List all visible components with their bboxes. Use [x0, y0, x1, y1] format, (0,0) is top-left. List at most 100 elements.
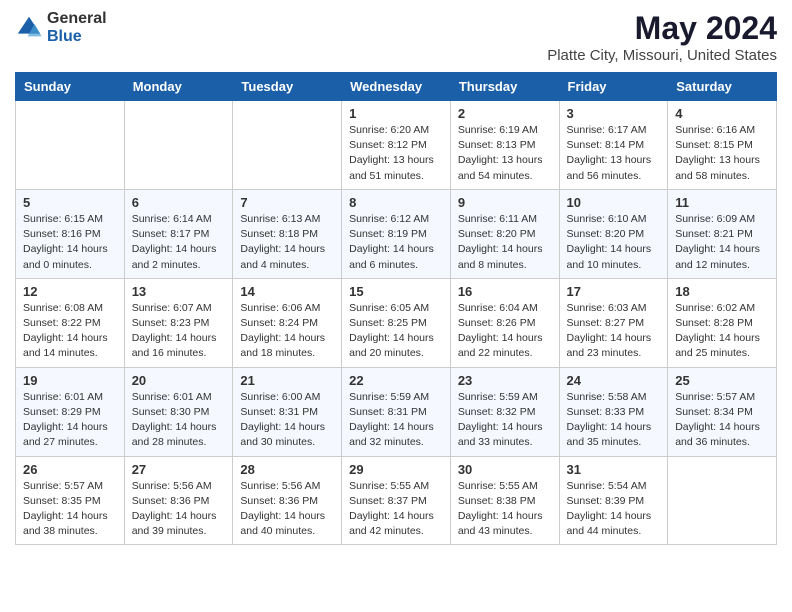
calendar-cell: 8 Sunrise: 6:12 AM Sunset: 8:19 PM Daylig… — [342, 189, 451, 278]
header-cell-wednesday: Wednesday — [342, 73, 451, 101]
day-number: 6 — [132, 195, 226, 210]
day-info: Sunrise: 6:05 AM Sunset: 8:25 PM Dayligh… — [349, 301, 443, 362]
day-info: Sunrise: 6:03 AM Sunset: 8:27 PM Dayligh… — [567, 301, 661, 362]
calendar-cell — [124, 101, 233, 190]
calendar-cell — [233, 101, 342, 190]
day-info: Sunrise: 6:04 AM Sunset: 8:26 PM Dayligh… — [458, 301, 552, 362]
day-number: 13 — [132, 284, 226, 299]
page-header: General Blue May 2024 Platte City, Misso… — [15, 10, 777, 64]
day-info: Sunrise: 6:09 AM Sunset: 8:21 PM Dayligh… — [675, 212, 769, 273]
logo-icon — [15, 14, 43, 42]
day-number: 22 — [349, 373, 443, 388]
calendar-cell: 14 Sunrise: 6:06 AM Sunset: 8:24 PM Dayli… — [233, 278, 342, 367]
day-number: 5 — [23, 195, 117, 210]
day-number: 10 — [567, 195, 661, 210]
calendar-week-5: 26 Sunrise: 5:57 AM Sunset: 8:35 PM Dayli… — [16, 456, 777, 545]
day-number: 2 — [458, 106, 552, 121]
calendar-cell: 22 Sunrise: 5:59 AM Sunset: 8:31 PM Dayli… — [342, 367, 451, 456]
calendar-cell: 7 Sunrise: 6:13 AM Sunset: 8:18 PM Daylig… — [233, 189, 342, 278]
day-number: 17 — [567, 284, 661, 299]
day-info: Sunrise: 5:56 AM Sunset: 8:36 PM Dayligh… — [132, 479, 226, 540]
calendar-week-4: 19 Sunrise: 6:01 AM Sunset: 8:29 PM Dayli… — [16, 367, 777, 456]
day-number: 21 — [240, 373, 334, 388]
header-cell-thursday: Thursday — [450, 73, 559, 101]
day-info: Sunrise: 6:00 AM Sunset: 8:31 PM Dayligh… — [240, 390, 334, 451]
calendar-cell: 3Sunrise: 6:17 AM Sunset: 8:14 PM Daylig… — [559, 101, 668, 190]
calendar-cell: 30 Sunrise: 5:55 AM Sunset: 8:38 PM Dayli… — [450, 456, 559, 545]
day-info: Sunrise: 6:08 AM Sunset: 8:22 PM Dayligh… — [23, 301, 117, 362]
header-cell-tuesday: Tuesday — [233, 73, 342, 101]
day-info: Sunrise: 5:57 AM Sunset: 8:35 PM Dayligh… — [23, 479, 117, 540]
day-info: Sunrise: 5:59 AM Sunset: 8:31 PM Dayligh… — [349, 390, 443, 451]
day-number: 28 — [240, 462, 334, 477]
calendar-week-2: 5 Sunrise: 6:15 AM Sunset: 8:16 PM Daylig… — [16, 189, 777, 278]
day-info: Sunrise: 6:12 AM Sunset: 8:19 PM Dayligh… — [349, 212, 443, 273]
calendar-cell: 6 Sunrise: 6:14 AM Sunset: 8:17 PM Daylig… — [124, 189, 233, 278]
calendar-cell: 21 Sunrise: 6:00 AM Sunset: 8:31 PM Dayli… — [233, 367, 342, 456]
day-info: Sunrise: 6:06 AM Sunset: 8:24 PM Dayligh… — [240, 301, 334, 362]
day-info: Sunrise: 6:19 AM Sunset: 8:13 PM Dayligh… — [458, 123, 552, 184]
day-info: Sunrise: 6:20 AM Sunset: 8:12 PM Dayligh… — [349, 123, 443, 184]
calendar-cell: 27 Sunrise: 5:56 AM Sunset: 8:36 PM Dayli… — [124, 456, 233, 545]
day-info: Sunrise: 5:59 AM Sunset: 8:32 PM Dayligh… — [458, 390, 552, 451]
logo-text: General Blue — [47, 10, 107, 45]
day-number: 8 — [349, 195, 443, 210]
day-number: 29 — [349, 462, 443, 477]
calendar-cell: 2 Sunrise: 6:19 AM Sunset: 8:13 PM Daylig… — [450, 101, 559, 190]
day-info: Sunrise: 5:56 AM Sunset: 8:36 PM Dayligh… — [240, 479, 334, 540]
day-number: 3 — [567, 106, 661, 121]
day-info: Sunrise: 5:55 AM Sunset: 8:37 PM Dayligh… — [349, 479, 443, 540]
logo-general: General — [47, 10, 107, 28]
calendar-cell: 18Sunrise: 6:02 AM Sunset: 8:28 PM Dayli… — [668, 278, 777, 367]
day-number: 14 — [240, 284, 334, 299]
calendar-cell: 23 Sunrise: 5:59 AM Sunset: 8:32 PM Dayli… — [450, 367, 559, 456]
day-number: 19 — [23, 373, 117, 388]
day-number: 9 — [458, 195, 552, 210]
day-info: Sunrise: 5:54 AM Sunset: 8:39 PM Dayligh… — [567, 479, 661, 540]
calendar-cell: 31 Sunrise: 5:54 AM Sunset: 8:39 PM Dayli… — [559, 456, 668, 545]
calendar-table: SundayMondayTuesdayWednesdayThursdayFrid… — [15, 72, 777, 545]
logo-blue: Blue — [47, 28, 107, 46]
day-info: Sunrise: 5:57 AM Sunset: 8:34 PM Dayligh… — [675, 390, 769, 451]
header-cell-friday: Friday — [559, 73, 668, 101]
subtitle: Platte City, Missouri, United States — [547, 47, 777, 64]
calendar-cell — [668, 456, 777, 545]
day-info: Sunrise: 6:01 AM Sunset: 8:29 PM Dayligh… — [23, 390, 117, 451]
day-number: 27 — [132, 462, 226, 477]
header-cell-saturday: Saturday — [668, 73, 777, 101]
day-info: Sunrise: 6:16 AM Sunset: 8:15 PM Dayligh… — [675, 123, 769, 184]
day-number: 7 — [240, 195, 334, 210]
day-number: 23 — [458, 373, 552, 388]
calendar-cell: 16 Sunrise: 6:04 AM Sunset: 8:26 PM Dayli… — [450, 278, 559, 367]
day-number: 30 — [458, 462, 552, 477]
day-number: 31 — [567, 462, 661, 477]
calendar-cell — [16, 101, 125, 190]
day-number: 26 — [23, 462, 117, 477]
calendar-cell: 1 Sunrise: 6:20 AM Sunset: 8:12 PM Daylig… — [342, 101, 451, 190]
day-info: Sunrise: 6:01 AM Sunset: 8:30 PM Dayligh… — [132, 390, 226, 451]
logo: General Blue — [15, 10, 107, 45]
day-number: 1 — [349, 106, 443, 121]
day-info: Sunrise: 6:11 AM Sunset: 8:20 PM Dayligh… — [458, 212, 552, 273]
day-info: Sunrise: 5:58 AM Sunset: 8:33 PM Dayligh… — [567, 390, 661, 451]
calendar-cell: 17 Sunrise: 6:03 AM Sunset: 8:27 PM Dayli… — [559, 278, 668, 367]
day-number: 18 — [675, 284, 769, 299]
day-number: 4 — [675, 106, 769, 121]
day-info: Sunrise: 6:10 AM Sunset: 8:20 PM Dayligh… — [567, 212, 661, 273]
calendar-cell: 11 Sunrise: 6:09 AM Sunset: 8:21 PM Dayli… — [668, 189, 777, 278]
calendar-cell: 13Sunrise: 6:07 AM Sunset: 8:23 PM Dayli… — [124, 278, 233, 367]
calendar-cell: 15Sunrise: 6:05 AM Sunset: 8:25 PM Dayli… — [342, 278, 451, 367]
day-info: Sunrise: 5:55 AM Sunset: 8:38 PM Dayligh… — [458, 479, 552, 540]
day-info: Sunrise: 6:14 AM Sunset: 8:17 PM Dayligh… — [132, 212, 226, 273]
calendar-cell: 29 Sunrise: 5:55 AM Sunset: 8:37 PM Dayli… — [342, 456, 451, 545]
calendar-cell: 26 Sunrise: 5:57 AM Sunset: 8:35 PM Dayli… — [16, 456, 125, 545]
day-number: 12 — [23, 284, 117, 299]
calendar-cell: 19 Sunrise: 6:01 AM Sunset: 8:29 PM Dayli… — [16, 367, 125, 456]
day-number: 16 — [458, 284, 552, 299]
day-info: Sunrise: 6:15 AM Sunset: 8:16 PM Dayligh… — [23, 212, 117, 273]
header-row: SundayMondayTuesdayWednesdayThursdayFrid… — [16, 73, 777, 101]
calendar-cell: 4 Sunrise: 6:16 AM Sunset: 8:15 PM Daylig… — [668, 101, 777, 190]
calendar-header: SundayMondayTuesdayWednesdayThursdayFrid… — [16, 73, 777, 101]
day-number: 11 — [675, 195, 769, 210]
day-info: Sunrise: 6:13 AM Sunset: 8:18 PM Dayligh… — [240, 212, 334, 273]
